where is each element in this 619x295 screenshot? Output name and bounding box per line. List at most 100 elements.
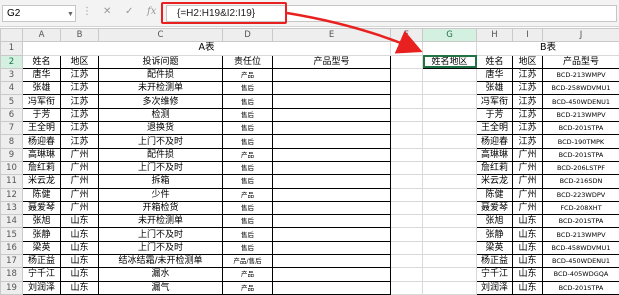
cell-e10[interactable] xyxy=(273,161,391,174)
row-header-9[interactable]: 9 xyxy=(1,148,23,161)
cell-d13[interactable]: 售后 xyxy=(223,201,273,214)
cell-e13[interactable] xyxy=(273,201,391,214)
cell-f18[interactable] xyxy=(391,268,423,281)
column-header-a[interactable]: A xyxy=(23,29,61,42)
cell-i5[interactable]: 江苏 xyxy=(513,95,543,108)
cell-f14[interactable] xyxy=(391,215,423,228)
row-header-5[interactable]: 5 xyxy=(1,95,23,108)
cell-a18[interactable]: 宁千江 xyxy=(23,268,61,281)
cell-c19[interactable]: 漏气 xyxy=(99,281,223,294)
column-header-g[interactable]: G xyxy=(423,29,477,42)
cell-e4[interactable] xyxy=(273,82,391,95)
cell-j13[interactable]: FCD-208XHT xyxy=(543,201,619,214)
cell-g15[interactable] xyxy=(423,228,477,241)
row-header-12[interactable]: 12 xyxy=(1,188,23,201)
cell-i13[interactable]: 广州 xyxy=(513,201,543,214)
cell-b8[interactable]: 江苏 xyxy=(61,135,99,148)
cell-i15[interactable]: 山东 xyxy=(513,228,543,241)
cell-i2[interactable]: 地区 xyxy=(513,55,543,68)
cell-b4[interactable]: 江苏 xyxy=(61,82,99,95)
cell-b9[interactable]: 广州 xyxy=(61,148,99,161)
cell-g4[interactable] xyxy=(423,82,477,95)
table-title-cell[interactable]: B表 xyxy=(477,42,619,55)
row-header-18[interactable]: 18 xyxy=(1,268,23,281)
row-header-4[interactable]: 4 xyxy=(1,82,23,95)
cell-h19[interactable]: 刘润泽 xyxy=(477,281,513,294)
cell-d18[interactable]: 产品 xyxy=(223,268,273,281)
cell-i3[interactable]: 江苏 xyxy=(513,68,543,81)
cell-d8[interactable]: 售后 xyxy=(223,135,273,148)
cell-j14[interactable]: BCD-201STPA xyxy=(543,215,619,228)
cell-f3[interactable] xyxy=(391,68,423,81)
cell-g19[interactable] xyxy=(423,281,477,294)
cell-b12[interactable]: 广州 xyxy=(61,188,99,201)
cell-e7[interactable] xyxy=(273,122,391,135)
row-header-2[interactable]: 2 xyxy=(1,55,23,68)
cell-d4[interactable]: 售后 xyxy=(223,82,273,95)
cell-i7[interactable]: 江苏 xyxy=(513,122,543,135)
cell-b17[interactable]: 山东 xyxy=(61,255,99,268)
cell-c16[interactable]: 上门不及时 xyxy=(99,241,223,254)
cell-f4[interactable] xyxy=(391,82,423,95)
cell-c14[interactable]: 未开检测单 xyxy=(99,215,223,228)
cell-f7[interactable] xyxy=(391,122,423,135)
cell-c7[interactable]: 退换货 xyxy=(99,122,223,135)
cell-e9[interactable] xyxy=(273,148,391,161)
cell-g7[interactable] xyxy=(423,122,477,135)
cell-f16[interactable] xyxy=(391,241,423,254)
cell-h4[interactable]: 张雄 xyxy=(477,82,513,95)
column-header-d[interactable]: D xyxy=(223,29,273,42)
chevron-down-icon[interactable]: ▼ xyxy=(67,7,74,22)
cell-a3[interactable]: 唐华 xyxy=(23,68,61,81)
cell-b2[interactable]: 地区 xyxy=(61,55,99,68)
row-header-7[interactable]: 7 xyxy=(1,122,23,135)
cell-e8[interactable] xyxy=(273,135,391,148)
cell-a9[interactable]: 高琳琳 xyxy=(23,148,61,161)
cell-c13[interactable]: 开箱检货 xyxy=(99,201,223,214)
cell-i12[interactable]: 广州 xyxy=(513,188,543,201)
cell-c18[interactable]: 漏水 xyxy=(99,268,223,281)
column-header-b[interactable]: B xyxy=(61,29,99,42)
cell-h10[interactable]: 詹红莉 xyxy=(477,161,513,174)
cell-j18[interactable]: BCD-405WDGQA xyxy=(543,268,619,281)
cell-h5[interactable]: 冯军衔 xyxy=(477,95,513,108)
row-header-6[interactable]: 6 xyxy=(1,108,23,121)
column-header-h[interactable]: H xyxy=(477,29,513,42)
column-header-j[interactable]: J xyxy=(543,29,619,42)
cell-h7[interactable]: 王全明 xyxy=(477,122,513,135)
cell-f15[interactable] xyxy=(391,228,423,241)
cell-j19[interactable]: BCD-201STPA xyxy=(543,281,619,294)
cell-f17[interactable] xyxy=(391,255,423,268)
cell-g10[interactable] xyxy=(423,161,477,174)
cell-d6[interactable]: 售后 xyxy=(223,108,273,121)
cell-h11[interactable]: 米云龙 xyxy=(477,175,513,188)
cell-c12[interactable]: 少件 xyxy=(99,188,223,201)
cell-c9[interactable]: 配件损 xyxy=(99,148,223,161)
cell-a2[interactable]: 姓名 xyxy=(23,55,61,68)
column-header-e[interactable]: E xyxy=(273,29,391,42)
cell-h8[interactable]: 杨迎春 xyxy=(477,135,513,148)
row-header-16[interactable]: 16 xyxy=(1,241,23,254)
cell-a10[interactable]: 詹红莉 xyxy=(23,161,61,174)
cell-e3[interactable] xyxy=(273,68,391,81)
cell-h18[interactable]: 宁千江 xyxy=(477,268,513,281)
cell-h9[interactable]: 高琳琳 xyxy=(477,148,513,161)
cell-g14[interactable] xyxy=(423,215,477,228)
cell-d15[interactable]: 售后 xyxy=(223,228,273,241)
cell-e14[interactable] xyxy=(273,215,391,228)
cell-e17[interactable] xyxy=(273,255,391,268)
cell-i14[interactable]: 山东 xyxy=(513,215,543,228)
cell-a17[interactable]: 杨正益 xyxy=(23,255,61,268)
cell-b19[interactable]: 山东 xyxy=(61,281,99,294)
cell-j17[interactable]: BCD-450WDENU1 xyxy=(543,255,619,268)
cell-c15[interactable]: 上门不及时 xyxy=(99,228,223,241)
row-header-14[interactable]: 14 xyxy=(1,215,23,228)
cell-f12[interactable] xyxy=(391,188,423,201)
name-box[interactable]: G2▼ xyxy=(2,5,76,22)
cell-h13[interactable]: 聂爱琴 xyxy=(477,201,513,214)
cell-a13[interactable]: 聂爱琴 xyxy=(23,201,61,214)
cell-g3[interactable] xyxy=(423,68,477,81)
cell-f2[interactable] xyxy=(391,55,423,68)
row-header-11[interactable]: 11 xyxy=(1,175,23,188)
cell-j10[interactable]: BCD-206LSTPF xyxy=(543,161,619,174)
